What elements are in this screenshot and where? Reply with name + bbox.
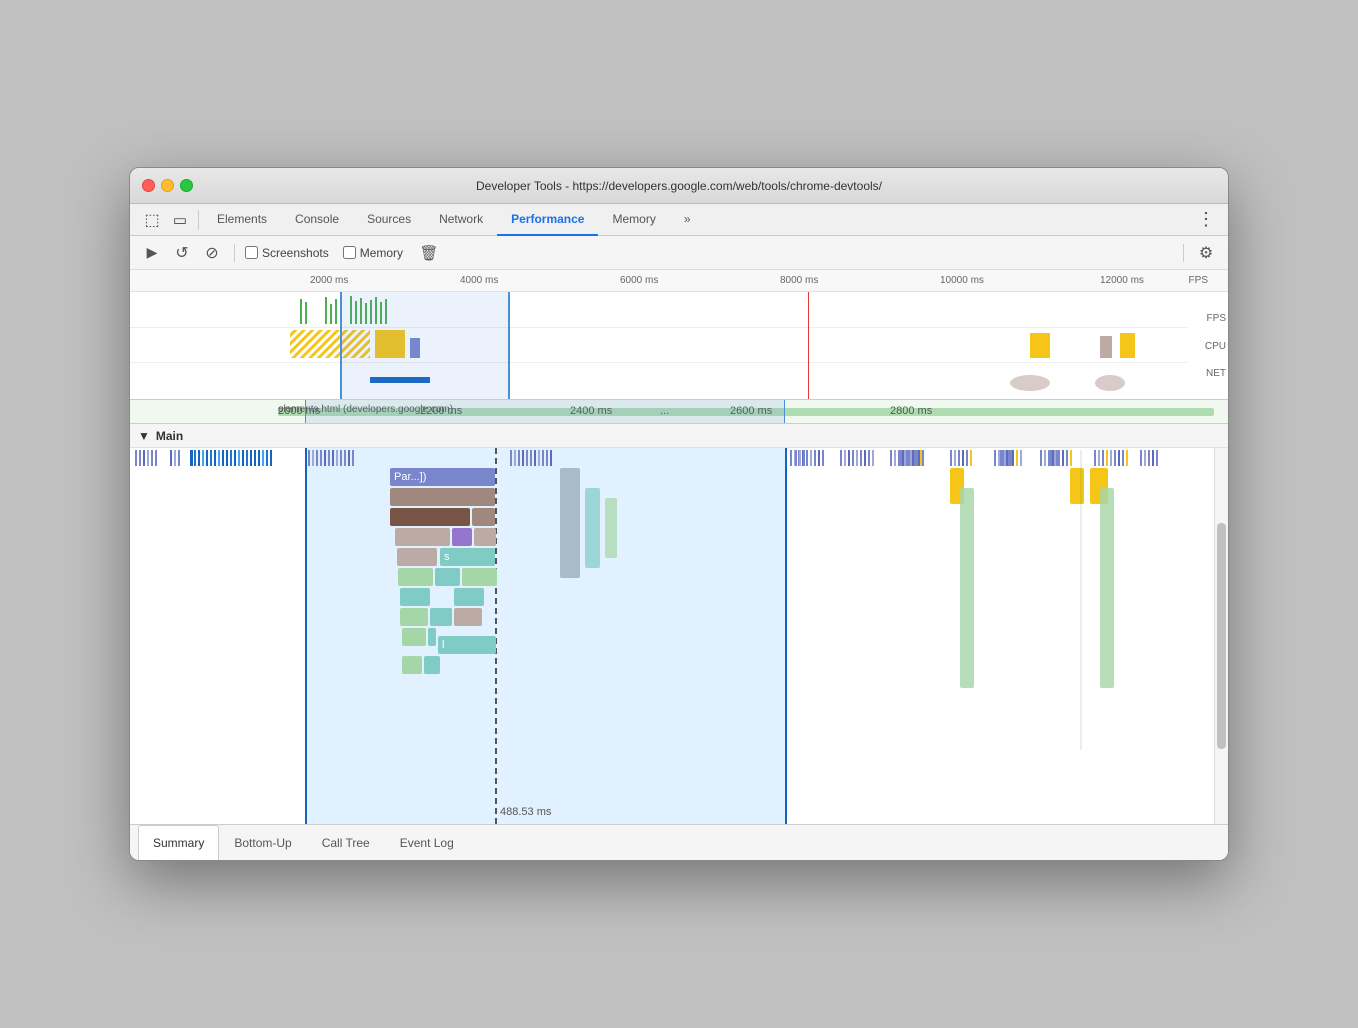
close-button[interactable] [142,179,155,192]
timeline-ruler: 2000 ms 4000 ms 6000 ms 8000 ms 10000 ms… [130,270,1228,292]
flame-block-1[interactable] [390,488,495,506]
minimize-button[interactable] [161,179,174,192]
tab-more[interactable]: » [670,204,705,236]
tab-performance[interactable]: Performance [497,204,598,236]
performance-toolbar: ▶ ↺ ⊘ Screenshots Memory 🗑 ⚙ [130,236,1228,270]
screenshots-checkbox[interactable] [245,246,258,259]
cpu-track-label: CPU [1205,341,1226,352]
ruler-8000: 8000 ms [780,275,818,286]
flame-content[interactable]: Par...]) s l [130,448,1228,824]
flame-block-15[interactable] [430,608,452,626]
flame-toggle[interactable]: ▼ [138,429,150,443]
flame-block-22[interactable] [585,488,600,568]
flame-left-line [305,448,307,824]
maximize-button[interactable] [180,179,193,192]
cpu-track [130,328,1188,364]
selection-overlay[interactable] [340,292,510,400]
memory-checkbox[interactable] [343,246,356,259]
flame-block-5[interactable] [452,528,472,546]
settings-button[interactable]: ⚙ [1194,241,1218,265]
clear-button[interactable]: 🗑 [417,241,441,265]
tab-bottom-up[interactable]: Bottom-Up [219,825,306,861]
tab-summary[interactable]: Summary [138,825,219,861]
cancel-button[interactable]: ⊘ [200,241,224,265]
ruler-10000: 10000 ms [940,275,984,286]
toolbar2-sep1 [234,244,235,262]
flame-block-19[interactable] [402,656,422,674]
ruler-6000: 6000 ms [620,275,658,286]
flame-block-s[interactable]: s [440,548,495,566]
memory-checkbox-group[interactable]: Memory [343,246,403,260]
ruler-4000: 4000 ms [460,275,498,286]
flame-graph-area: ▼ Main [130,424,1228,824]
tab-network[interactable]: Network [425,204,497,236]
nav-time-2800: 2800 ms [890,405,932,417]
flame-block-3[interactable] [472,508,495,526]
flame-block-8[interactable] [398,568,433,586]
tab-console[interactable]: Console [281,204,353,236]
cursor-icon[interactable]: ⬚ [138,206,166,234]
tab-elements[interactable]: Elements [203,204,281,236]
flame-right-line [785,448,787,824]
refresh-button[interactable]: ↺ [170,241,194,265]
nav-timeline-bar: elements.html (developers.google.com) 20… [130,400,1228,424]
bottom-tabs-bar: Summary Bottom-Up Call Tree Event Log [130,824,1228,860]
flame-block-14[interactable] [400,608,428,626]
flame-block-4[interactable] [395,528,450,546]
flame-block-10[interactable] [462,568,497,586]
flame-block-17[interactable] [402,628,426,646]
flame-time-label: 488.53 ms [500,806,551,818]
titlebar: Developer Tools - https://developers.goo… [130,168,1228,204]
net-track-label: NET [1205,368,1226,379]
flame-block-parse[interactable]: Par...]) [390,468,495,486]
tab-sources[interactable]: Sources [353,204,425,236]
sep1 [198,210,199,230]
record-button[interactable]: ▶ [140,241,164,265]
flame-block-2[interactable] [390,508,470,526]
flame-block-11[interactable] [400,588,430,606]
timeline-overview: 2000 ms 4000 ms 6000 ms 8000 ms 10000 ms… [130,270,1228,400]
flame-section-label: Main [156,429,183,443]
flame-block-20[interactable] [424,656,440,674]
tab-event-log[interactable]: Event Log [385,825,469,861]
scrollbar-thumb[interactable] [1217,523,1226,749]
net-track [130,363,1188,400]
fps-track-label: FPS [1205,313,1226,324]
tab-memory[interactable]: Memory [598,204,669,236]
scrollbar[interactable] [1214,448,1228,824]
screenshots-checkbox-group[interactable]: Screenshots [245,246,329,260]
right-bars [790,450,1214,750]
flame-block-21[interactable] [560,468,580,578]
flame-block-7[interactable] [397,548,437,566]
flame-block-16[interactable] [454,608,482,626]
ruler-12000: 12000 ms [1100,275,1144,286]
flame-selected-bg [305,448,785,824]
flame-block-23[interactable] [605,498,617,558]
nav-tabs-bar: ⬚ ▭ Elements Console Sources Network Per… [130,204,1228,236]
nav-selection[interactable] [305,400,785,423]
flame-block-18[interactable] [428,628,436,646]
fps-label: FPS [1189,275,1208,286]
memory-label: Memory [360,246,403,260]
flame-block-9[interactable] [435,568,460,586]
flame-block-l[interactable]: l [438,636,496,654]
flame-header: ▼ Main [130,424,1228,448]
menu-icon[interactable]: ⋮ [1192,206,1220,234]
toolbar2-sep2 [1183,244,1184,262]
screenshots-label: Screenshots [262,246,329,260]
ruler-2000: 2000 ms [310,275,348,286]
timeline-tracks: FPS CPU NET [130,292,1228,400]
devtools-window: Developer Tools - https://developers.goo… [129,167,1229,861]
window-title: Developer Tools - https://developers.goo… [142,179,1216,193]
mobile-icon[interactable]: ▭ [166,206,194,234]
flame-block-6[interactable] [474,528,496,546]
traffic-lights [142,179,193,192]
red-marker-line [808,292,809,400]
fps-track [130,292,1188,328]
tab-call-tree[interactable]: Call Tree [307,825,385,861]
flame-block-13[interactable] [454,588,484,606]
